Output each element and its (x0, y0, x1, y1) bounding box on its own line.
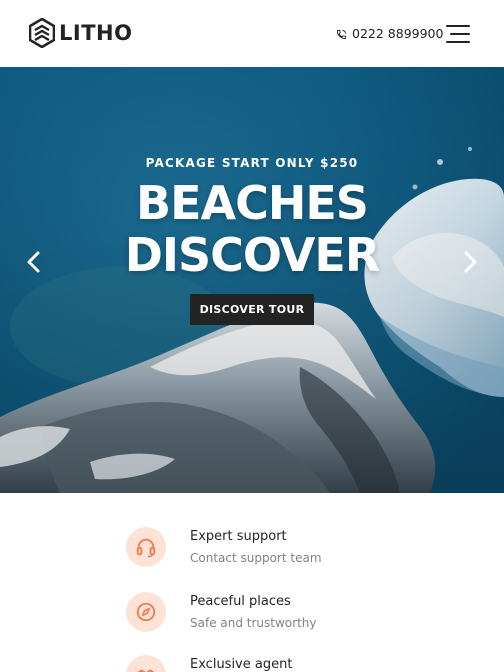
hero-title-line-2: DISCOVER (124, 228, 381, 282)
feature-item: Expert support Contact support team (126, 527, 426, 571)
phone-number: 0222 8899900 (352, 26, 444, 41)
headset-icon (136, 538, 156, 558)
phone-link[interactable]: 0222 8899900 (336, 25, 443, 43)
hamburger-bar-middle (450, 33, 470, 35)
logo[interactable]: LITHO (29, 18, 132, 48)
feature-description: Contact support team (190, 551, 322, 565)
feature-title: Exclusive agent (190, 657, 293, 672)
chevron-left-icon (27, 251, 40, 273)
chevron-right-icon (464, 251, 477, 273)
hamburger-menu-button[interactable] (444, 22, 472, 46)
feature-icon-circle (126, 592, 166, 632)
slider-next-button[interactable] (460, 249, 480, 275)
site-header: LITHO 0222 8899900 (0, 0, 504, 67)
hero-title-line-1: BEACHES (136, 176, 369, 230)
discover-tour-button[interactable]: DISCOVER TOUR (190, 294, 314, 325)
hamburger-bar-bottom (446, 41, 470, 43)
logo-mark-icon (29, 18, 55, 48)
feature-icon-circle (126, 527, 166, 567)
logo-text: LITHO (59, 21, 133, 45)
hero-subtitle: PACKAGE START ONLY $250 (145, 156, 359, 170)
hero-title: BEACHES DISCOVER (0, 177, 504, 281)
handshake-icon (137, 669, 155, 672)
features-list: Expert support Contact support team Peac… (0, 493, 504, 672)
feature-item: Peaceful places Safe and trustworthy (126, 592, 426, 636)
feature-title: Expert support (190, 529, 287, 544)
phone-icon (336, 29, 347, 39)
feature-icon-circle (126, 655, 166, 672)
hamburger-icon (446, 25, 470, 27)
hero-slider: PACKAGE START ONLY $250 BEACHES DISCOVER… (0, 67, 504, 493)
slider-prev-button[interactable] (24, 249, 44, 275)
feature-description: Safe and trustworthy (190, 616, 317, 630)
compass-icon (136, 602, 156, 622)
feature-item: Exclusive agent (126, 655, 426, 672)
feature-title: Peaceful places (190, 594, 291, 609)
